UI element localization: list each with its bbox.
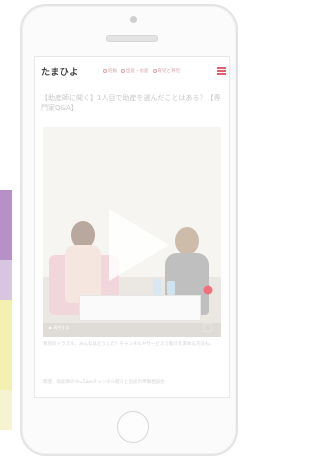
article-caption: 育児のトラブル、みんなはどうした？チャンネルやサービスで助けを求める方法も。 — [43, 342, 214, 347]
circle-icon — [152, 69, 157, 73]
nav-item-label: 育児と育児 — [157, 69, 181, 74]
circle-icon — [121, 69, 125, 73]
background-image-strip — [0, 190, 12, 430]
play-icon[interactable] — [103, 205, 173, 285]
article-title: 【助産師に聞く】1人目で助産を選んだことはある？【専門家Q&A】 — [41, 94, 221, 112]
nav-item-childcare[interactable]: 育児と育児 — [152, 68, 181, 74]
hamburger-menu-icon[interactable] — [217, 67, 226, 75]
fullscreen-icon[interactable] — [203, 323, 212, 332]
video-player[interactable]: ▶ 再生する — [43, 127, 221, 337]
speaker-grille — [106, 35, 158, 42]
phone-screen: たまひよ 妊娠 出産・お産 育児と育児 【助産師に聞く】1人目で助産を選んだこと… — [34, 56, 230, 398]
article-footnote: 関連：助産師のYouTubeチャンネル紹介と出産の準備相談会 — [43, 380, 165, 385]
site-header: たまひよ 妊娠 出産・お産 育児と育児 — [35, 57, 229, 87]
site-logo[interactable]: たまひよ — [41, 65, 79, 78]
header-nav: 妊娠 出産・お産 育児と育児 — [103, 68, 180, 74]
video-play-label[interactable]: ▶ 再生する — [49, 325, 69, 331]
nav-item-pregnancy[interactable]: 妊娠 — [103, 68, 117, 74]
circle-icon — [103, 69, 107, 73]
video-controls-bar — [43, 323, 221, 337]
home-button[interactable] — [117, 411, 149, 443]
person-right-head — [175, 227, 199, 255]
nav-item-label: 出産・お産 — [126, 69, 149, 74]
front-camera — [130, 16, 137, 23]
heart-icon[interactable] — [203, 285, 213, 295]
nav-item-label: 妊娠 — [108, 69, 117, 74]
table-image — [79, 295, 201, 321]
nav-item-birth[interactable]: 出産・お産 — [121, 68, 149, 74]
phone-frame: たまひよ 妊娠 出産・お産 育児と育児 【助産師に聞く】1人目で助産を選んだこと… — [20, 4, 238, 456]
